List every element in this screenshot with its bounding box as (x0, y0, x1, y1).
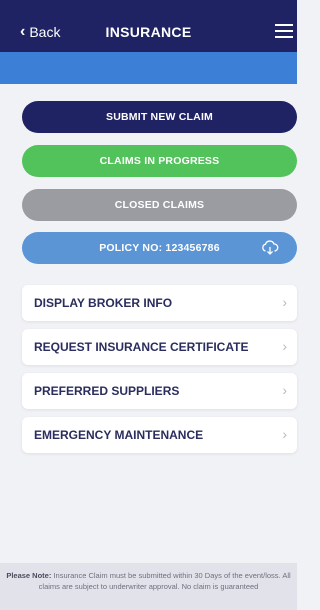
list-item-emergency-maintenance[interactable]: EMERGENCY MAINTENANCE › (22, 417, 297, 453)
list-item-label: REQUEST INSURANCE CERTIFICATE (34, 340, 249, 354)
policy-number-button[interactable]: POLICY NO: 123456786 (22, 232, 297, 264)
closed-claims-label: CLOSED CLAIMS (114, 199, 205, 211)
policy-number-label: POLICY NO: 123456786 (99, 242, 220, 254)
claims-in-progress-button[interactable]: CLAIMS IN PROGRESS (22, 145, 297, 177)
list-item-insurance-certificate[interactable]: REQUEST INSURANCE CERTIFICATE › (22, 329, 297, 365)
cloud-download-icon[interactable] (261, 240, 279, 256)
chevron-right-icon: › (282, 338, 287, 354)
claims-in-progress-label: CLAIMS IN PROGRESS (99, 155, 220, 167)
hamburger-menu-icon[interactable] (275, 24, 297, 40)
closed-claims-button[interactable]: CLOSED CLAIMS (22, 189, 297, 221)
chevron-right-icon: › (282, 294, 287, 310)
chevron-right-icon: › (282, 426, 287, 442)
submit-new-claim-button[interactable]: SUBMIT NEW CLAIM (22, 101, 297, 133)
disclaimer-note: Please Note: Insurance Claim must be sub… (0, 563, 297, 610)
top-bar: ‹ Back INSURANCE (0, 0, 297, 52)
note-text: Insurance Claim must be submitted within… (38, 571, 291, 591)
list-item-label: DISPLAY BROKER INFO (34, 296, 173, 310)
chevron-right-icon: › (282, 382, 287, 398)
page-title: INSURANCE (105, 24, 192, 40)
header-band (0, 52, 297, 84)
note-prefix: Please Note: (6, 571, 52, 580)
list-item-broker-info[interactable]: DISPLAY BROKER INFO › (22, 285, 297, 321)
submit-new-claim-label: SUBMIT NEW CLAIM (105, 111, 214, 123)
list-item-preferred-suppliers[interactable]: PREFERRED SUPPLIERS › (22, 373, 297, 409)
list-item-label: EMERGENCY MAINTENANCE (34, 428, 204, 442)
list-item-label: PREFERRED SUPPLIERS (34, 384, 180, 398)
